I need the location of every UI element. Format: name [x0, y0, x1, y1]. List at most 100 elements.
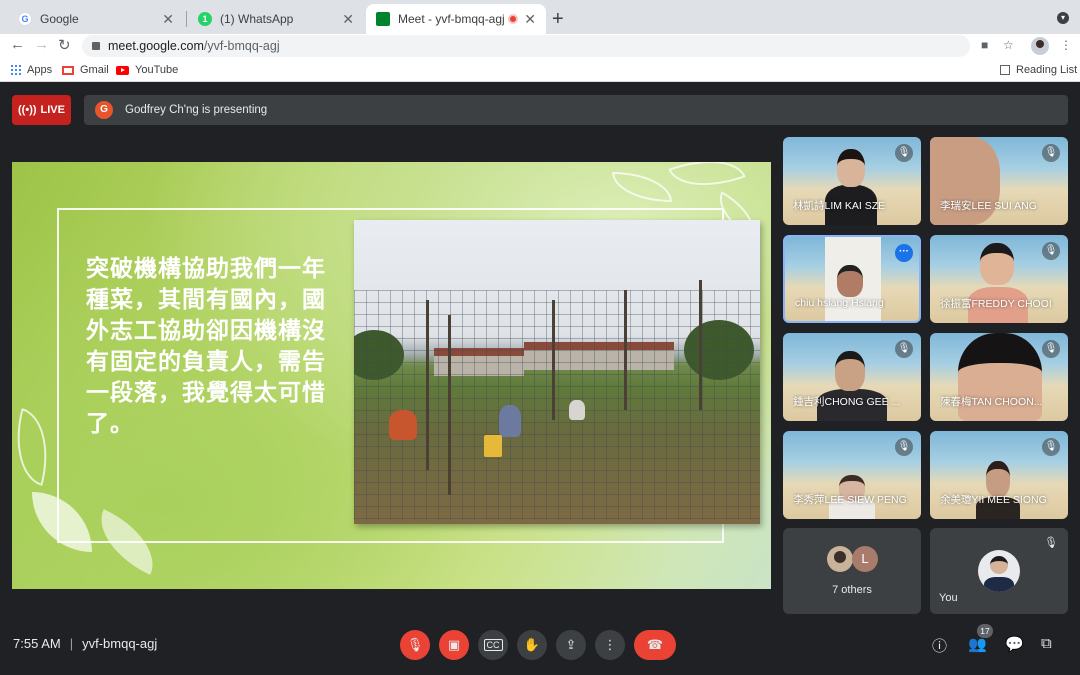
participant-name: 李秀萍LEE SIEW PENG: [793, 494, 907, 506]
avatar: L: [852, 546, 878, 572]
recording-icon: [508, 14, 519, 24]
participant-name: 李瑞安LEE SUI ANG: [940, 200, 1037, 212]
photo-pole: [448, 315, 451, 495]
participant-tile[interactable]: 🎙 鍾吉利CHONG GEE ...: [783, 333, 921, 421]
raise-hand-button[interactable]: ✋: [517, 630, 547, 660]
mic-off-icon: 🎙: [1042, 144, 1060, 162]
participant-tile[interactable]: ··· chiu hsiang Hsiang: [783, 235, 921, 323]
others-label: 7 others: [832, 584, 872, 596]
profile-avatar[interactable]: [1031, 37, 1049, 55]
self-tile[interactable]: 🎙 You: [930, 528, 1068, 614]
participant-tile[interactable]: 🎙 李瑞安LEE SUI ANG: [930, 137, 1068, 225]
reading-list-label: Reading List: [1016, 64, 1078, 76]
reading-list-button[interactable]: Reading List: [1000, 64, 1077, 76]
present-now-button[interactable]: ⇪: [556, 630, 586, 660]
mic-off-icon: 🎙: [406, 637, 424, 652]
microphone-toggle-button[interactable]: 🎙: [400, 630, 430, 660]
photo-pole: [552, 300, 555, 420]
slide-text: 突破機構協助我們一年種菜，其間有國內，國外志工協助卻因機構沒有固定的負責人，需告…: [86, 256, 326, 437]
live-badge[interactable]: ((•)) LIVE: [12, 95, 71, 125]
photo-person: [569, 400, 585, 420]
presenter-avatar: G: [95, 101, 113, 119]
mic-off-icon: 🎙: [1042, 340, 1060, 358]
activities-icon[interactable]: ⧉: [1041, 635, 1052, 652]
google-g-icon: G: [18, 12, 32, 26]
tab-search-icon[interactable]: ▾: [1057, 12, 1069, 24]
tab-separator: [186, 11, 187, 27]
gmail-icon: [62, 65, 74, 75]
broadcast-icon: ((•)): [18, 104, 37, 116]
bookmark-youtube[interactable]: YouTube: [116, 64, 178, 76]
new-tab-button[interactable]: +: [552, 8, 564, 31]
mic-off-icon: 🎙: [1042, 242, 1060, 260]
participant-video: [837, 265, 863, 297]
presentation-slide: 突破機構協助我們一年種菜，其間有國內，國外志工協助卻因機構沒有固定的負責人，需告…: [12, 162, 771, 589]
tab-google[interactable]: G Google ✕: [8, 4, 184, 34]
tab-meet[interactable]: Meet - yvf-bmqq-agj ✕: [366, 4, 546, 34]
others-tile[interactable]: L 7 others: [783, 528, 921, 614]
participant-tile[interactable]: 🎙 陳春梅TAN CHOON...: [930, 333, 1068, 421]
photo-bucket: [484, 435, 502, 457]
meeting-details-icon[interactable]: ⓘ: [932, 635, 947, 656]
captions-button[interactable]: CC: [478, 630, 508, 660]
back-arrow-icon[interactable]: ←: [10, 36, 25, 53]
tab-whatsapp[interactable]: 1 (1) WhatsApp ✕: [188, 4, 364, 34]
reload-icon[interactable]: ↻: [58, 36, 71, 54]
participant-tile[interactable]: 🎙 李秀萍LEE SIEW PENG: [783, 431, 921, 519]
browser-toolbar: ← → ↻ meet.google.com/yvf-bmqq-agj ■ ☆ ⋮: [0, 34, 1080, 58]
bookmark-label: YouTube: [135, 64, 179, 76]
leaf-decoration: [668, 162, 746, 201]
chat-icon[interactable]: 💬: [1005, 635, 1024, 653]
url-path: /yvf-bmqq-agj: [203, 39, 280, 53]
camera-toggle-button[interactable]: ▣: [439, 630, 469, 660]
participant-name: 鍾吉利CHONG GEE ...: [793, 396, 901, 408]
bookmark-gmail[interactable]: Gmail: [62, 64, 109, 76]
bookmark-apps[interactable]: Apps: [11, 64, 52, 76]
lock-icon: [92, 42, 100, 50]
camera-icon[interactable]: ■: [981, 38, 988, 52]
participant-tile[interactable]: 🎙 林凱詩LIM KAI SZE: [783, 137, 921, 225]
participant-video: [835, 351, 865, 391]
participant-video: [837, 149, 865, 187]
self-avatar: [978, 550, 1020, 592]
close-icon[interactable]: ✕: [162, 11, 174, 28]
hand-icon: ✋: [523, 637, 541, 652]
mic-off-icon: 🎙: [895, 438, 913, 456]
garden-photo: [354, 220, 760, 524]
close-icon[interactable]: ✕: [342, 11, 354, 28]
star-icon[interactable]: ☆: [1003, 38, 1014, 52]
meet-icon: [376, 12, 390, 26]
clock-time: 7:55 AM: [13, 636, 61, 651]
present-screen-icon: ⇪: [565, 637, 577, 652]
close-icon[interactable]: ✕: [524, 11, 536, 28]
forward-arrow-icon[interactable]: →: [34, 36, 49, 53]
participant-name: 余美瓊YII MEE SIONG: [940, 494, 1047, 506]
leaf-decoration: [12, 408, 61, 486]
bookmarks-bar: Apps Gmail YouTube Reading List: [0, 58, 1080, 82]
meeting-info: 7:55 AM | yvf-bmqq-agj: [13, 636, 157, 651]
leave-call-button[interactable]: ☎: [634, 630, 676, 660]
participant-tile[interactable]: 🎙 余美瓊YII MEE SIONG: [930, 431, 1068, 519]
kebab-menu-icon[interactable]: ⋮: [1060, 38, 1072, 52]
mic-off-icon: 🎙: [895, 144, 913, 162]
youtube-icon: [116, 65, 129, 75]
reading-list-icon: [1000, 65, 1010, 75]
photo-pole: [699, 280, 702, 410]
tab-title: (1) WhatsApp: [220, 12, 294, 26]
address-bar[interactable]: meet.google.com/yvf-bmqq-agj: [82, 35, 970, 57]
leaf-decoration: [612, 172, 672, 202]
whatsapp-icon: 1: [198, 12, 212, 26]
more-vertical-icon: ⋮: [603, 637, 617, 652]
more-options-icon[interactable]: ···: [895, 244, 913, 262]
participant-tile[interactable]: 🎙 徐振富FREDDY CHOOI: [930, 235, 1068, 323]
browser-tabstrip: G Google ✕ 1 (1) WhatsApp ✕ Meet - yvf-b…: [0, 0, 1080, 34]
bookmark-label: Apps: [27, 64, 53, 76]
photo-pole: [426, 300, 429, 470]
mic-off-icon: 🎙: [1042, 438, 1060, 456]
people-count-badge: 17: [977, 624, 993, 638]
avatar: [827, 546, 853, 572]
photo-person: [389, 410, 417, 440]
camera-off-icon: ▣: [447, 637, 461, 652]
apps-grid-icon: [11, 65, 21, 75]
more-options-button[interactable]: ⋮: [595, 630, 625, 660]
